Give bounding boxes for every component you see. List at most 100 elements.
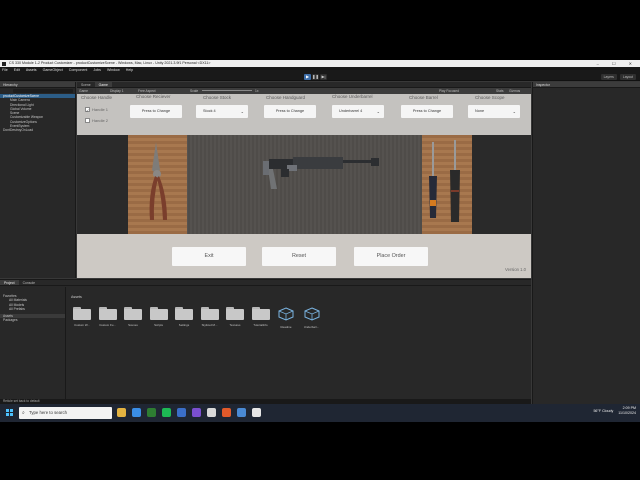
label-choose-handle: Choose Handle xyxy=(81,95,113,100)
asset-folder[interactable]: Stylized M... xyxy=(200,307,219,329)
unity-logo-icon xyxy=(2,61,6,66)
office-icon[interactable] xyxy=(222,408,231,417)
asset-label: Scripts xyxy=(154,323,163,327)
game-panel: Scene Game Game Display 1 Free Aspect Sc… xyxy=(77,82,531,278)
taskbar-search-placeholder: Type here to search xyxy=(29,410,67,415)
asset-folder[interactable]: Textures xyxy=(226,307,244,329)
file-explorer-icon[interactable] xyxy=(117,408,126,417)
layout-dropdown[interactable]: Layout xyxy=(619,74,636,80)
handle-1-checkbox[interactable]: ✓ xyxy=(85,107,90,113)
hierarchy-panel: Hierarchy productCustomizeScene Main Cam… xyxy=(0,82,76,278)
stock-dropdown-value: Stock 4 xyxy=(203,109,216,113)
asset-label: TutorialInfo xyxy=(253,323,268,327)
tree-all-prefabs[interactable]: All Prefabs xyxy=(0,307,65,311)
system-tray: 56°F Cloudy 2:09 PM 11/10/2024 xyxy=(593,406,636,416)
scale-slider[interactable] xyxy=(202,90,252,92)
handle-1-toggle[interactable]: ✓ Handle 1 xyxy=(85,107,108,113)
asset-folder[interactable]: Custom Fu... xyxy=(98,307,117,329)
app-icon[interactable] xyxy=(237,408,246,417)
unity-editor-icon[interactable] xyxy=(252,408,261,417)
step-button[interactable]: ▶| xyxy=(320,74,327,80)
asset-label: Custom W... xyxy=(74,323,90,327)
spotify-icon[interactable] xyxy=(162,408,171,417)
menu-jobs[interactable]: Jobs xyxy=(93,68,101,72)
asset-prefab[interactable]: Underbarr... xyxy=(303,307,321,329)
folder-icon xyxy=(124,307,142,320)
windows-taskbar: ⌕ Type here to search 56°F Cloudy 2:09 P… xyxy=(0,404,640,422)
asset-label: Custom Fu... xyxy=(99,323,116,327)
asset-folder[interactable]: TutorialInfo xyxy=(251,307,270,329)
asset-label: Stylized M... xyxy=(201,323,218,327)
folder-icon xyxy=(175,307,193,320)
handle-2-toggle[interactable]: Handle 2 xyxy=(85,118,108,124)
handle-2-checkbox[interactable] xyxy=(85,118,90,124)
asset-folder[interactable]: Settings xyxy=(175,307,193,329)
folder-icon xyxy=(226,307,244,320)
folder-icon xyxy=(200,307,219,320)
label-choose-stock: Choose Stock xyxy=(203,95,232,100)
folder-icon xyxy=(73,307,91,320)
handguard-change-button[interactable]: Press to Change xyxy=(264,105,316,118)
menu-window[interactable]: Window xyxy=(107,68,120,72)
visual-studio-icon[interactable] xyxy=(192,408,201,417)
game-viewport[interactable]: Choose Handle Choose Reciever Choose Sto… xyxy=(77,94,531,278)
exit-button[interactable]: Exit xyxy=(172,247,246,266)
title-bar: CS 330 Module 1-2 Product Customizer - p… xyxy=(0,60,640,67)
play-button[interactable]: ▶ xyxy=(304,74,311,80)
pause-button[interactable]: ❚❚ xyxy=(312,74,319,80)
windows-start-icon[interactable] xyxy=(6,409,13,416)
menu-edit[interactable]: Edit xyxy=(14,68,20,72)
menu-gameobject[interactable]: GameObject xyxy=(43,68,63,72)
barrel-change-button[interactable]: Press to Change xyxy=(401,105,453,118)
tab-scene[interactable]: Scene xyxy=(77,82,95,87)
tab-project[interactable]: Project xyxy=(0,280,19,285)
prefab-cube-icon xyxy=(278,307,294,321)
weather-widget[interactable]: 56°F Cloudy xyxy=(593,409,613,413)
menu-help[interactable]: Help xyxy=(126,68,133,72)
asset-folder[interactable]: Scripts xyxy=(149,307,168,329)
place-order-button[interactable]: Place Order xyxy=(354,247,428,266)
main-toolbar: ▶ ❚❚ ▶| Layers Layout xyxy=(0,73,640,81)
layers-dropdown[interactable]: Layers xyxy=(600,74,617,80)
scope-dropdown[interactable]: None ⌄ xyxy=(468,105,520,118)
reciever-change-button[interactable]: Press to Change xyxy=(130,105,182,118)
menu-assets[interactable]: Assets xyxy=(26,68,37,72)
folder-icon xyxy=(98,307,117,320)
hierarchy-item-dontdestroy[interactable]: DontDestroyOnLoad xyxy=(0,128,75,132)
app-icon[interactable] xyxy=(147,408,156,417)
folder-icon xyxy=(149,307,168,320)
label-choose-reciever: Choose Reciever xyxy=(136,94,171,99)
desktop-screen: CS 330 Module 1-2 Product Customizer - p… xyxy=(0,60,640,422)
options-bar: Choose Handle Choose Reciever Choose Sto… xyxy=(77,94,531,135)
asset-grid: Custom W... Custom Fu... Scenes Scripts … xyxy=(73,307,321,329)
inspector-tab[interactable]: Inspector xyxy=(533,82,640,88)
breadcrumb[interactable]: Assets xyxy=(67,287,531,301)
chrome-icon[interactable] xyxy=(132,408,141,417)
prefab-cube-icon xyxy=(304,307,319,321)
taskbar-search[interactable]: ⌕ Type here to search xyxy=(19,407,112,419)
underbarrel-dropdown[interactable]: Underbarrel 4 ⌄ xyxy=(332,105,384,118)
asset-folder[interactable]: Scenes xyxy=(124,307,142,329)
asset-prefab[interactable]: Readme xyxy=(277,307,295,329)
window-controls[interactable]: – ☐ ✕ xyxy=(597,60,638,67)
clock[interactable]: 2:09 PM 11/10/2024 xyxy=(618,406,636,416)
stock-dropdown[interactable]: Stock 4 ⌄ xyxy=(196,105,248,118)
tab-game[interactable]: Game xyxy=(94,82,112,87)
chevron-down-icon: ⌄ xyxy=(240,109,244,114)
asset-folder[interactable]: Custom W... xyxy=(73,307,91,329)
label-choose-barrel: Choose Barrel xyxy=(409,95,438,100)
pliers-icon xyxy=(149,142,167,220)
menu-component[interactable]: Component xyxy=(69,68,88,72)
tree-packages[interactable]: Packages xyxy=(0,318,65,322)
unity-hub-icon[interactable] xyxy=(207,408,216,417)
menu-file[interactable]: File xyxy=(2,68,8,72)
chevron-down-icon: ⌄ xyxy=(512,109,516,114)
asset-label: Underbarr... xyxy=(303,325,320,329)
reset-button[interactable]: Reset xyxy=(262,247,336,266)
toolbar-right: Layers Layout xyxy=(600,74,636,80)
label-choose-underbarrel: Choose Underbarrel xyxy=(332,94,373,99)
mail-icon[interactable] xyxy=(177,408,186,417)
project-tabs: Project Console xyxy=(0,280,531,286)
clock-date: 11/10/2024 xyxy=(618,411,636,415)
tab-console[interactable]: Console xyxy=(19,280,39,285)
